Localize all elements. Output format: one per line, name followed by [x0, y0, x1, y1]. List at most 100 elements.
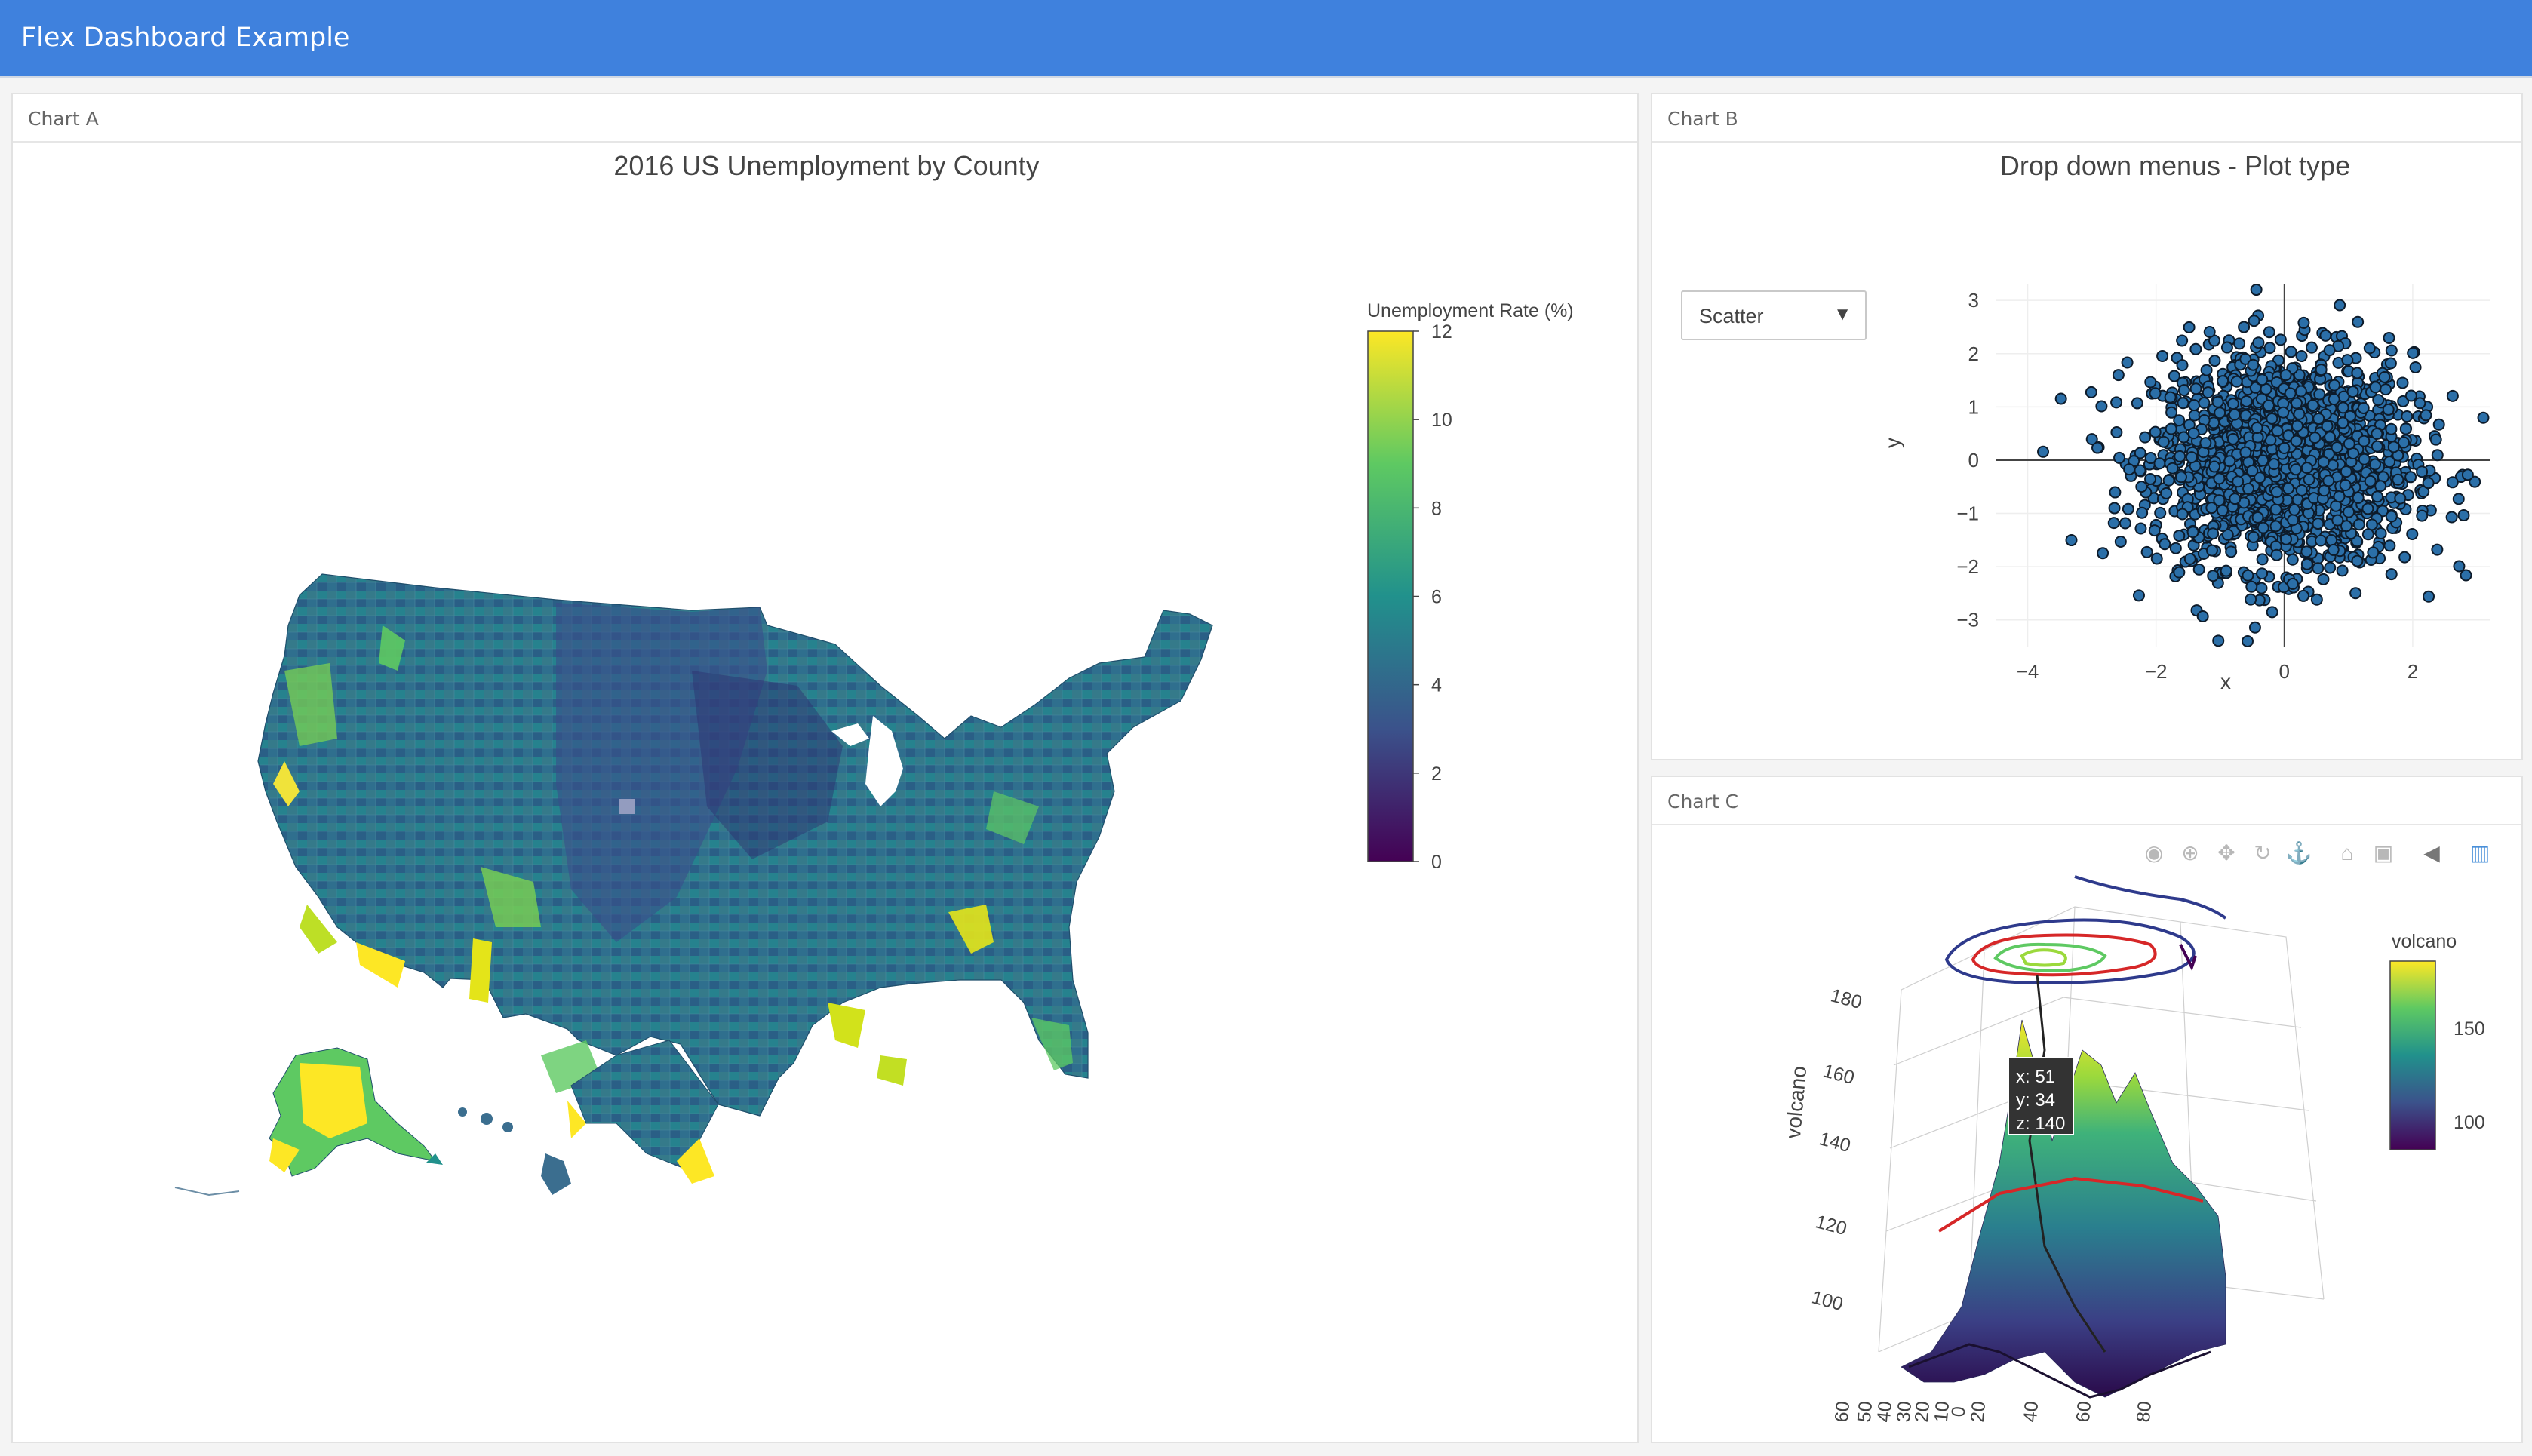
- x-tick-label-3d: 60: [1831, 1400, 1854, 1423]
- scatter-point: [2401, 410, 2414, 423]
- scatter-point: [2173, 530, 2186, 542]
- scatter-point: [2317, 573, 2330, 585]
- choropleth-map[interactable]: Unemployment Rate (%) 12 10 8 6 4 2 0: [13, 143, 1637, 1425]
- dashboard-title: Flex Dashboard Example: [21, 23, 350, 53]
- scatter-point: [2212, 634, 2225, 647]
- scatter-point: [2279, 369, 2292, 382]
- scatter-point: [2383, 331, 2395, 344]
- hawaii-map[interactable]: [458, 1107, 571, 1195]
- scatter-point: [2387, 441, 2400, 453]
- scatter-point: [2144, 472, 2157, 485]
- scatter-point: [2256, 553, 2269, 566]
- scatter-point: [2176, 508, 2189, 521]
- scatter-point: [2187, 427, 2200, 440]
- scatter-point: [2269, 520, 2282, 533]
- scatter-point: [2319, 329, 2332, 342]
- scatter-point: [2452, 493, 2465, 505]
- scatter-plot[interactable]: −4 −2 0 2 3 2 1 0 −1 −2 −3 x y: [1652, 134, 2520, 760]
- scatter-point: [2174, 450, 2186, 462]
- scatter-point: [2211, 395, 2224, 408]
- scatter-point: [2416, 509, 2429, 522]
- scatter-point: [2255, 582, 2268, 594]
- scatter-point: [2217, 375, 2229, 388]
- colorbar-c-title: volcano: [2392, 931, 2457, 952]
- scatter-point: [2220, 564, 2232, 577]
- scatter-point: [2223, 455, 2236, 468]
- z-axis-label: volcano: [1781, 1065, 1811, 1140]
- scatter-point: [2289, 463, 2302, 476]
- scatter-point: [2378, 370, 2391, 383]
- scatter-point: [2477, 411, 2490, 424]
- scatter-point: [2385, 344, 2398, 357]
- scatter-point: [2453, 560, 2466, 573]
- scatter-point: [2323, 344, 2336, 357]
- scatter-point: [2208, 460, 2220, 473]
- scatter-point: [2166, 462, 2179, 475]
- scatter-point: [2232, 475, 2245, 488]
- colorbar-a-tick: 6: [1431, 587, 1442, 608]
- scatter-point: [2321, 419, 2334, 432]
- scatter-point: [2315, 364, 2328, 376]
- scatter-point: [2240, 395, 2253, 407]
- chart-c-panel: Chart C ◉ ⊕ ✥ ↻ ⚓ ⌂ ▣ ◀ ▥ volcano 180 16…: [1651, 776, 2523, 1443]
- scatter-point: [2457, 509, 2470, 522]
- scatter-point: [2165, 406, 2178, 419]
- scatter-point: [2200, 364, 2213, 376]
- scatter-point: [2300, 558, 2313, 570]
- scatter-point: [2251, 422, 2263, 435]
- surface-contours: [1944, 875, 2227, 984]
- x-tick-label-3d: 80: [2133, 1400, 2156, 1423]
- scatter-point: [2394, 492, 2407, 505]
- scatter-point: [2199, 437, 2212, 450]
- scatter-point: [2269, 503, 2282, 516]
- y-tick-label: 0: [1968, 449, 1979, 472]
- scatter-point: [2248, 621, 2261, 634]
- scatter-point: [2169, 542, 2182, 554]
- scatter-point: [2189, 382, 2202, 395]
- scatter-point: [2294, 385, 2307, 398]
- scatter-point: [2318, 484, 2331, 497]
- scatter-point: [2397, 436, 2410, 449]
- scatter-point: [2295, 484, 2308, 496]
- scatter-point: [2404, 389, 2417, 402]
- colorbar-a-tick: 12: [1431, 321, 1452, 342]
- scatter-point: [2150, 552, 2163, 565]
- z-tick-label: 100: [1809, 1286, 1845, 1315]
- scatter-point: [2339, 478, 2352, 491]
- x-tick-label: 2: [2408, 660, 2418, 683]
- scatter-point: [2119, 517, 2131, 530]
- scatter-point: [2352, 315, 2365, 328]
- scatter-point: [2277, 406, 2290, 419]
- scatter-point: [2263, 342, 2276, 355]
- scatter-point: [2085, 433, 2098, 446]
- scatter-point: [2226, 398, 2239, 410]
- colorbar-a-tick: 2: [1431, 763, 1442, 785]
- scatter-point: [2245, 593, 2257, 606]
- scatter-point: [2065, 534, 2078, 547]
- contiguous-us-map[interactable]: [257, 573, 1213, 1184]
- scatter-point: [2250, 284, 2263, 296]
- scatter-point: [2226, 432, 2239, 445]
- chart-c-label: Chart C: [1667, 791, 1739, 812]
- alaska-map[interactable]: [174, 1047, 443, 1196]
- scatter-point: [2097, 547, 2109, 560]
- scatter-point: [2312, 412, 2325, 425]
- scatter-point: [2177, 397, 2189, 410]
- scatter-point: [2340, 465, 2352, 478]
- scatter-point: [2164, 391, 2177, 404]
- scatter-point: [2214, 407, 2226, 419]
- scatter-point: [2162, 474, 2175, 487]
- scatter-point: [2185, 451, 2198, 464]
- scatter-point: [2148, 524, 2161, 537]
- scatter-point: [2358, 435, 2371, 447]
- hover-tooltip: x: 51 y: 34 z: 140: [2008, 1057, 2074, 1135]
- scatter-point: [2312, 562, 2325, 575]
- scatter-point: [2305, 341, 2318, 354]
- scatter-point: [2327, 543, 2340, 556]
- scatter-point: [2228, 408, 2241, 421]
- scatter-point: [2334, 299, 2346, 312]
- scatter-point: [2300, 462, 2313, 475]
- x-tick-label-3d: 20: [1967, 1400, 1990, 1423]
- scatter-point: [2409, 361, 2422, 373]
- surface-3d-plot[interactable]: volcano 180160140120100 60 5040302010020 4…: [1652, 824, 2521, 1442]
